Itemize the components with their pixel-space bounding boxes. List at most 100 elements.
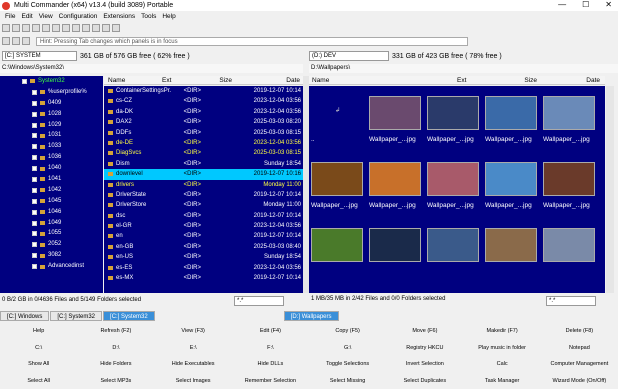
file-row[interactable]: downlevel <DIR> 2019-12-07 10:16 bbox=[104, 169, 303, 180]
tree-node[interactable]: 1028 bbox=[0, 109, 103, 120]
minimize-button[interactable]: — bbox=[558, 0, 566, 9]
thumbnail-label[interactable]: Wallpaper_...jpg bbox=[485, 136, 532, 143]
right-drive-select[interactable]: (D:) DEV bbox=[309, 51, 389, 61]
tree-node[interactable]: 3082 bbox=[0, 250, 103, 261]
expand-icon[interactable] bbox=[32, 264, 37, 270]
toolbar-button[interactable] bbox=[102, 24, 110, 32]
function-button[interactable]: Notepad bbox=[541, 345, 618, 351]
tree-node[interactable]: System32 bbox=[0, 76, 103, 87]
file-row[interactable]: DDFs <DIR> 2025-03-03 08:15 bbox=[104, 128, 303, 138]
toolbar-button[interactable] bbox=[112, 24, 120, 32]
hint-box[interactable]: Hint: Pressing Tab changes which panels … bbox=[36, 36, 468, 46]
header-ext[interactable]: Ext bbox=[457, 76, 497, 84]
function-button[interactable]: Registry HKCU bbox=[386, 345, 463, 351]
function-button[interactable]: G:\ bbox=[309, 345, 386, 351]
thumbnail[interactable] bbox=[427, 228, 479, 262]
thumbnail-label[interactable]: Wallpaper_...jpg bbox=[543, 202, 590, 209]
file-row[interactable]: de-DE <DIR> 2023-12-04 03:56 bbox=[104, 138, 303, 148]
right-scrollbar[interactable] bbox=[606, 86, 614, 293]
thumbnail[interactable] bbox=[543, 162, 595, 196]
thumbnail[interactable] bbox=[369, 228, 421, 262]
tree-node[interactable]: 2052 bbox=[0, 239, 103, 250]
file-row[interactable]: DAX2 <DIR> 2025-03-03 08:20 bbox=[104, 117, 303, 127]
tree-node[interactable]: %userprofile% bbox=[0, 87, 103, 98]
thumbnail[interactable] bbox=[369, 96, 421, 130]
left-filter-input[interactable]: *.* bbox=[234, 296, 284, 306]
tree-node[interactable]: 1046 bbox=[0, 207, 103, 218]
tab-left-system32-active[interactable]: [C:] System32 bbox=[103, 311, 155, 321]
thumbnail[interactable] bbox=[543, 96, 595, 130]
thumbnail[interactable] bbox=[369, 162, 421, 196]
expand-icon[interactable] bbox=[32, 133, 37, 139]
expand-icon[interactable] bbox=[32, 209, 37, 215]
tree-node[interactable]: 1049 bbox=[0, 218, 103, 229]
expand-icon[interactable] bbox=[32, 220, 37, 226]
function-button[interactable]: Select Missing bbox=[309, 378, 386, 384]
thumbnail-label[interactable]: Wallpaper_...jpg bbox=[427, 202, 474, 209]
thumbnail[interactable] bbox=[427, 96, 479, 130]
function-button[interactable]: Show All bbox=[0, 361, 77, 367]
toolbar-button[interactable] bbox=[72, 24, 80, 32]
thumbnail-label[interactable]: .. bbox=[311, 136, 315, 143]
right-filter-input[interactable]: *.* bbox=[546, 296, 596, 306]
toolbar-button[interactable] bbox=[52, 24, 60, 32]
expand-icon[interactable] bbox=[32, 155, 37, 161]
file-row[interactable]: en-US <DIR> Sunday 18:54 bbox=[104, 252, 303, 262]
function-button[interactable]: Select Duplicates bbox=[386, 378, 463, 384]
tab-left-windows[interactable]: [C:] Windows bbox=[0, 311, 50, 321]
function-button[interactable]: Computer Management bbox=[541, 361, 618, 367]
tree-node[interactable]: 1055 bbox=[0, 228, 103, 239]
file-row[interactable]: DriverStore <DIR> Monday 11:00 bbox=[104, 200, 303, 210]
menu-extensions[interactable]: Extensions bbox=[103, 13, 135, 20]
file-row[interactable]: es-MX <DIR> 2019-12-07 10:14 bbox=[104, 273, 303, 283]
expand-icon[interactable] bbox=[32, 198, 37, 204]
left-drive-select[interactable]: [C:] SYSTEM bbox=[2, 51, 77, 61]
thumbnail[interactable] bbox=[543, 228, 595, 262]
file-row[interactable]: drivers <DIR> Monday 11:00 bbox=[104, 180, 303, 190]
function-button[interactable]: E:\ bbox=[155, 345, 232, 351]
toolbar-button[interactable] bbox=[2, 24, 10, 32]
function-button[interactable]: Refresh (F2) bbox=[77, 328, 154, 334]
expand-icon[interactable] bbox=[32, 89, 37, 95]
toolbar-button[interactable] bbox=[12, 24, 20, 32]
file-row[interactable]: en <DIR> 2019-12-07 10:14 bbox=[104, 231, 303, 241]
file-row[interactable]: el-GR <DIR> 2023-12-04 03:56 bbox=[104, 221, 303, 231]
thumbnail-label[interactable]: Wallpaper_...jpg bbox=[427, 136, 474, 143]
function-button[interactable]: View (F3) bbox=[155, 328, 232, 334]
tab-right-wallpapers[interactable]: [D:] Wallpapers bbox=[283, 311, 339, 321]
function-button[interactable]: Copy (F5) bbox=[309, 328, 386, 334]
expand-icon[interactable] bbox=[32, 242, 37, 248]
toolbar-button[interactable] bbox=[32, 24, 40, 32]
header-ext[interactable]: Ext bbox=[162, 76, 202, 84]
file-row[interactable]: en-GB <DIR> 2025-03-03 08:40 bbox=[104, 242, 303, 252]
tree-node[interactable]: Advancedinst bbox=[0, 261, 103, 272]
toolbar-button[interactable] bbox=[82, 24, 90, 32]
header-name[interactable]: Name bbox=[104, 76, 162, 84]
expand-icon[interactable] bbox=[32, 187, 37, 193]
expand-icon[interactable] bbox=[32, 231, 37, 237]
menu-help[interactable]: Help bbox=[162, 13, 175, 20]
expand-icon[interactable] bbox=[32, 253, 37, 259]
tree-node[interactable]: 1029 bbox=[0, 120, 103, 131]
function-button[interactable]: Select All bbox=[0, 378, 77, 384]
function-button[interactable]: Toggle Selections bbox=[309, 361, 386, 367]
thumbnail-label[interactable]: Wallpaper_...jpg bbox=[369, 136, 416, 143]
file-row[interactable]: da-DK <DIR> 2023-12-04 03:56 bbox=[104, 107, 303, 117]
function-button[interactable]: Calc bbox=[464, 361, 541, 367]
thumbnail-label[interactable]: Wallpaper_...jpg bbox=[311, 202, 358, 209]
file-row[interactable]: ContainerSettingsPr... <DIR> 2019-12-07 10… bbox=[104, 86, 303, 96]
header-name[interactable]: Name bbox=[309, 76, 457, 84]
parent-folder-icon[interactable]: ↲ bbox=[335, 106, 340, 114]
expand-icon[interactable] bbox=[32, 176, 37, 182]
function-button[interactable]: Hide Folders bbox=[77, 361, 154, 367]
function-button[interactable]: Wizard Mode (On/Off) bbox=[541, 378, 618, 384]
function-button[interactable]: Task Manager bbox=[464, 378, 541, 384]
tree-node[interactable]: 1042 bbox=[0, 185, 103, 196]
expand-icon[interactable] bbox=[32, 111, 37, 117]
file-row[interactable]: dsc <DIR> 2019-12-07 10:14 bbox=[104, 211, 303, 221]
tree-node[interactable]: 0409 bbox=[0, 98, 103, 109]
menu-view[interactable]: View bbox=[39, 13, 53, 20]
tab-left-system32[interactable]: [C:] System32 bbox=[50, 311, 103, 321]
expand-icon[interactable] bbox=[32, 144, 37, 150]
menu-configuration[interactable]: Configuration bbox=[59, 13, 98, 20]
